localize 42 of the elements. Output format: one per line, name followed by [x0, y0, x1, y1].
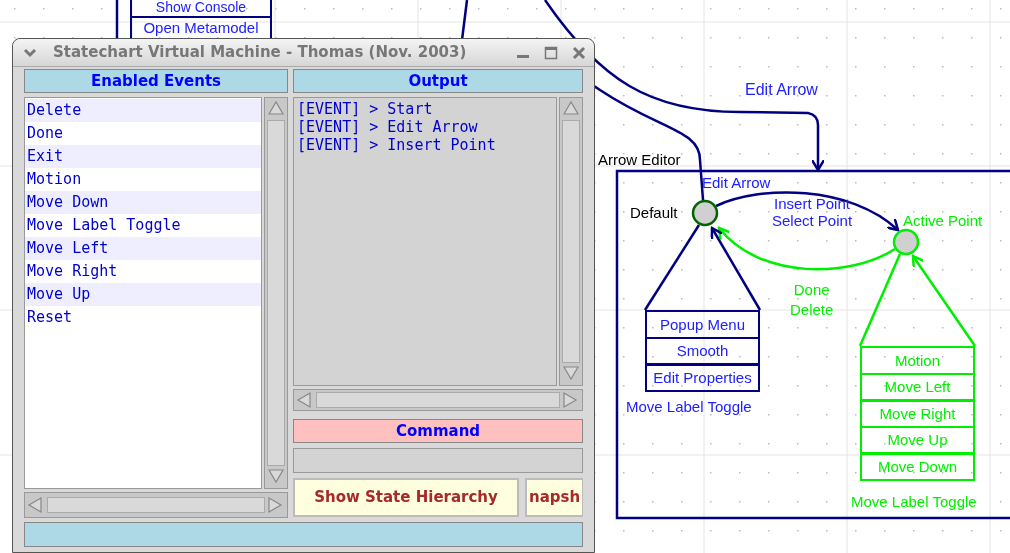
horizontal-scrollbar[interactable] [293, 389, 583, 411]
scroll-left-icon[interactable] [296, 391, 314, 409]
action-cell[interactable]: Smooth [645, 336, 760, 366]
composite-state-title: Arrow Editor [598, 150, 681, 170]
panel-header: Command [293, 419, 583, 443]
action-cell[interactable]: Edit Properties [645, 363, 760, 392]
action-label: Move Label Toggle [851, 492, 977, 512]
panel-header: Enabled Events [24, 69, 288, 93]
output-line: [EVENT] > Start [297, 100, 434, 118]
show-hierarchy-button[interactable]: Show State Hierarchy [293, 478, 519, 517]
state-label: Active Point [903, 211, 983, 231]
chevron-down-icon[interactable] [23, 47, 37, 58]
vertical-scrollbar[interactable] [559, 97, 583, 386]
transition-label: Edit Arrow [745, 80, 818, 100]
maximize-icon[interactable] [544, 45, 558, 60]
snapshot-button[interactable]: napsh [525, 478, 583, 517]
transition-label: Done [793, 280, 830, 300]
horizontal-scrollbar[interactable] [24, 492, 288, 518]
output-line: [EVENT] > Edit Arrow [297, 118, 479, 136]
state-label: Default [630, 203, 678, 223]
event-item[interactable]: Move Up [25, 283, 261, 306]
transition-label: Delete [790, 300, 834, 320]
panel-header: Output [293, 69, 583, 93]
event-item[interactable]: Exit [25, 145, 261, 168]
scroll-left-icon[interactable] [27, 496, 45, 514]
action-cell[interactable]: Popup Menu [645, 310, 760, 339]
transition-label: Select Point [772, 212, 853, 229]
scroll-up-icon[interactable] [267, 100, 285, 118]
window-title: Statechart Virtual Machine - Thomas (Nov. 2003) [53, 42, 467, 64]
transition-label: Insert Point [774, 195, 850, 212]
action-label: Move Label Toggle [626, 397, 752, 417]
command-field[interactable] [293, 448, 583, 473]
event-item[interactable]: Move Left [25, 237, 261, 260]
transition-label: Edit Arrow [702, 173, 771, 193]
vertical-scrollbar[interactable] [264, 97, 288, 489]
state-node[interactable] [691, 199, 719, 227]
close-icon[interactable] [572, 45, 586, 60]
event-item[interactable]: Move Down [25, 191, 261, 214]
output-line: [EVENT] > Insert Point [297, 136, 497, 154]
event-item[interactable]: Delete [25, 99, 261, 122]
scroll-up-icon[interactable] [562, 100, 580, 118]
menu-item[interactable]: Show Console [130, 0, 272, 18]
